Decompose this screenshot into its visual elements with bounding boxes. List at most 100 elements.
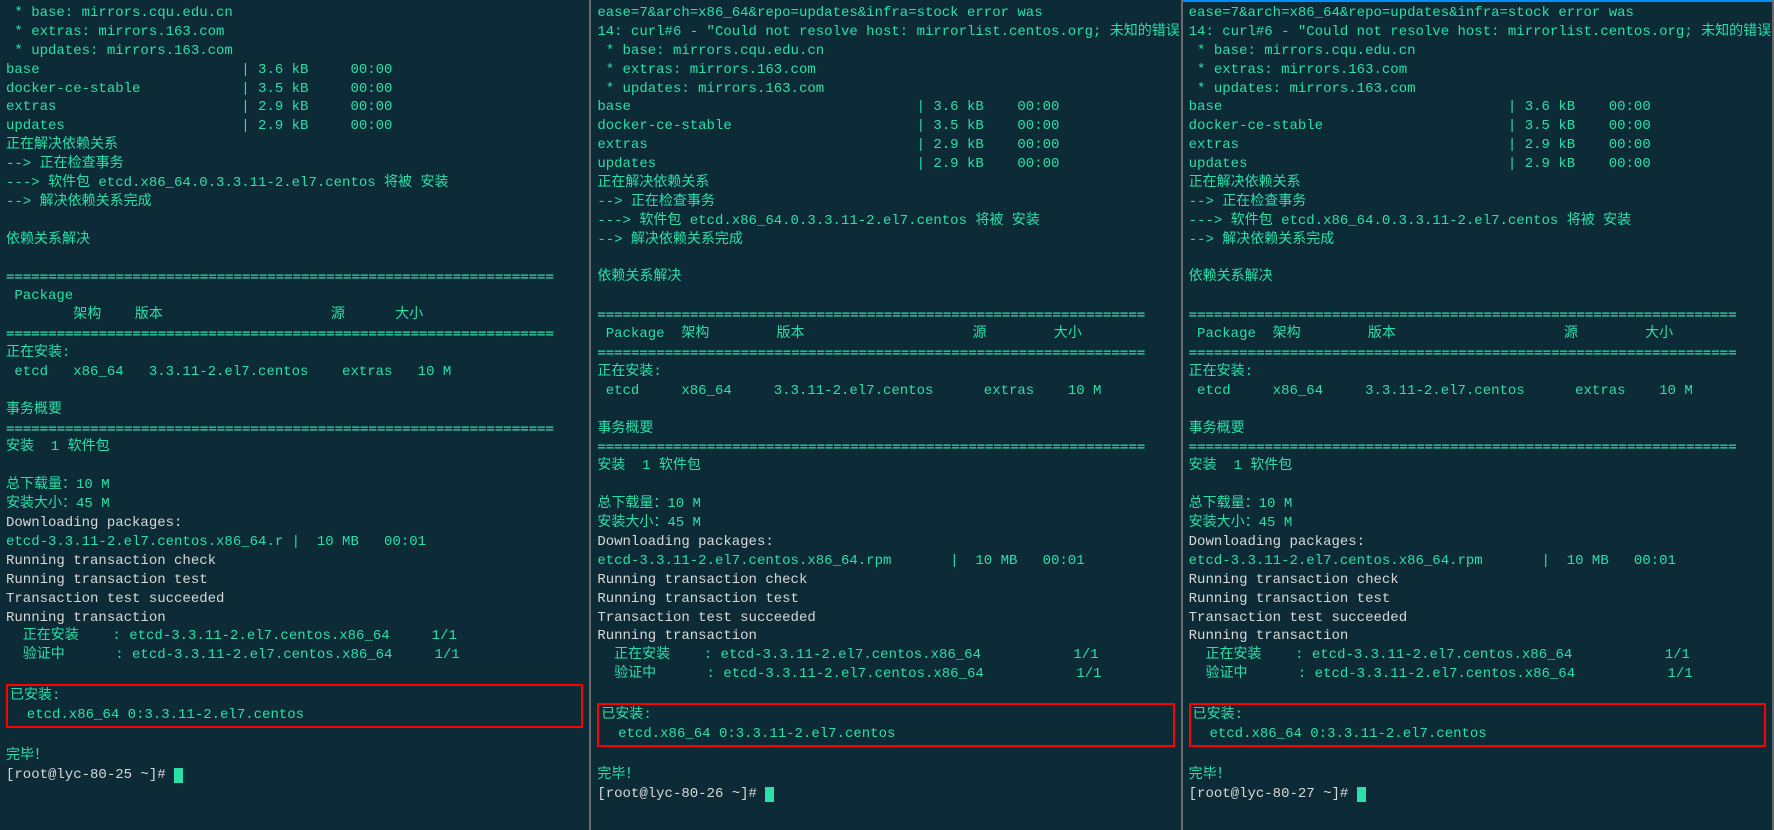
blank [597,476,1174,495]
download-row: etcd-3.3.11-2.el7.centos.x86_64.r | 10 M… [6,533,583,552]
output-line: --> 解决依赖关系完成 [1189,231,1766,250]
separator: ========================================… [597,344,1174,363]
output-line: extras | 2.9 kB 00:00 [6,98,583,117]
output-line: * base: mirrors.cqu.edu.cn [6,4,583,23]
transaction-lines: Running transaction checkRunning transac… [597,571,1174,647]
output-line: 依赖关系解决 [6,231,583,250]
pkg-header-cols: 架构 版本 源 大小 [6,306,583,325]
output-line: ease=7&arch=x86_64&repo=updates&infra=st… [1189,4,1766,23]
active-pane-indicator [1183,0,1772,2]
top-lines: ease=7&arch=x86_64&repo=updates&infra=st… [597,4,1174,306]
installed-highlight: 已安装: etcd.x86_64 0:3.3.11-2.el7.centos [6,684,583,728]
output-line [1189,287,1766,306]
output-line: ease=7&arch=x86_64&repo=updates&infra=st… [597,4,1174,23]
installed-package: etcd.x86_64 0:3.3.11-2.el7.centos [10,706,579,725]
install-row: etcd x86_64 3.3.11-2.el7.centos extras 1… [6,363,583,382]
shell-prompt[interactable]: [root@lyc-80-25 ~]# [6,766,583,785]
separator: ========================================… [6,268,583,287]
pkg-header: Package 架构 版本 源 大小 [597,325,1174,344]
output-line: extras | 2.9 kB 00:00 [1189,136,1766,155]
output-line: --> 正在检查事务 [597,193,1174,212]
done-label: 完毕！ [6,747,583,766]
download-row: etcd-3.3.11-2.el7.centos.x86_64.rpm | 10… [1189,552,1766,571]
blank [6,457,583,476]
output-line: --> 解决依赖关系完成 [6,193,583,212]
installed-highlight: 已安装: etcd.x86_64 0:3.3.11-2.el7.centos [597,703,1174,747]
blank [597,747,1174,766]
output-line [597,287,1174,306]
cursor-icon [1357,787,1366,802]
transaction-lines: Running transaction checkRunning transac… [1189,571,1766,647]
output-line: extras | 2.9 kB 00:00 [597,136,1174,155]
blank [6,382,583,401]
terminal-pane-3[interactable]: ease=7&arch=x86_64&repo=updates&infra=st… [1183,0,1774,830]
downloading-label: Downloading packages: [597,533,1174,552]
top-lines: * base: mirrors.cqu.edu.cn * extras: mir… [6,4,583,268]
output-line: Transaction test succeeded [1189,609,1766,628]
output-line: * base: mirrors.cqu.edu.cn [597,42,1174,61]
transaction-lines: Running transaction checkRunning transac… [6,552,583,628]
blank [6,728,583,747]
output-line: 依赖关系解决 [1189,268,1766,287]
installed-package: etcd.x86_64 0:3.3.11-2.el7.centos [601,725,1170,744]
shell-prompt[interactable]: [root@lyc-80-26 ~]# [597,785,1174,804]
output-line: Running transaction check [597,571,1174,590]
blank [1189,747,1766,766]
output-line: * updates: mirrors.163.com [597,80,1174,99]
output-line: updates | 2.9 kB 00:00 [6,117,583,136]
installed-heading: 已安装: [1193,706,1762,725]
installed-heading: 已安装: [601,706,1170,725]
done-label: 完毕！ [597,766,1174,785]
installing-pkg: 正在安装 : etcd-3.3.11-2.el7.centos.x86_64 1… [597,646,1174,665]
output-line [6,250,583,269]
output-line [1189,250,1766,269]
install-size: 安装大小：45 M [1189,514,1766,533]
install-count: 安装 1 软件包 [597,457,1174,476]
output-line: * base: mirrors.cqu.edu.cn [1189,42,1766,61]
output-line: ---> 软件包 etcd.x86_64.0.3.3.11-2.el7.cent… [6,174,583,193]
done-label: 完毕！ [1189,766,1766,785]
shell-prompt[interactable]: [root@lyc-80-27 ~]# [1189,785,1766,804]
download-size: 总下载量：10 M [597,495,1174,514]
separator: ========================================… [1189,344,1766,363]
blank [1189,401,1766,420]
output-line: * extras: mirrors.163.com [6,23,583,42]
output-line: Running transaction check [6,552,583,571]
downloading-label: Downloading packages: [1189,533,1766,552]
install-count: 安装 1 软件包 [1189,457,1766,476]
output-line: ---> 软件包 etcd.x86_64.0.3.3.11-2.el7.cent… [597,212,1174,231]
output-line: 正在解决依赖关系 [6,136,583,155]
prompt-text: [root@lyc-80-25 ~]# [6,767,174,783]
output-line: base | 3.6 kB 00:00 [1189,98,1766,117]
separator: ========================================… [597,438,1174,457]
install-count: 安装 1 软件包 [6,438,583,457]
output-line: 依赖关系解决 [597,268,1174,287]
summary-heading: 事务概要 [597,420,1174,439]
output-line: Running transaction test [597,590,1174,609]
download-size: 总下载量：10 M [1189,495,1766,514]
output-line: Transaction test succeeded [597,609,1174,628]
terminal-pane-1[interactable]: * base: mirrors.cqu.edu.cn * extras: mir… [0,0,591,830]
output-line: updates | 2.9 kB 00:00 [597,155,1174,174]
install-size: 安装大小：45 M [597,514,1174,533]
output-line: docker-ce-stable | 3.5 kB 00:00 [1189,117,1766,136]
output-line: * updates: mirrors.163.com [6,42,583,61]
downloading-label: Downloading packages: [6,514,583,533]
summary-heading: 事务概要 [1189,420,1766,439]
separator: ========================================… [1189,438,1766,457]
output-line: * extras: mirrors.163.com [1189,61,1766,80]
verifying-pkg: 验证中 : etcd-3.3.11-2.el7.centos.x86_64 1/… [597,665,1174,684]
output-line: 正在解决依赖关系 [1189,174,1766,193]
output-line: Running transaction test [1189,590,1766,609]
output-line: --> 正在检查事务 [1189,193,1766,212]
terminal-pane-2[interactable]: ease=7&arch=x86_64&repo=updates&infra=st… [591,0,1182,830]
summary-heading: 事务概要 [6,401,583,420]
output-line: Transaction test succeeded [6,590,583,609]
output-line: 14: curl#6 - "Could not resolve host: mi… [1189,23,1766,42]
pkg-header: Package 架构 版本 源 大小 [1189,325,1766,344]
output-line: Running transaction test [6,571,583,590]
output-line: --> 正在检查事务 [6,155,583,174]
blank [1189,684,1766,703]
output-line: Running transaction [6,609,583,628]
output-line: ---> 软件包 etcd.x86_64.0.3.3.11-2.el7.cent… [1189,212,1766,231]
